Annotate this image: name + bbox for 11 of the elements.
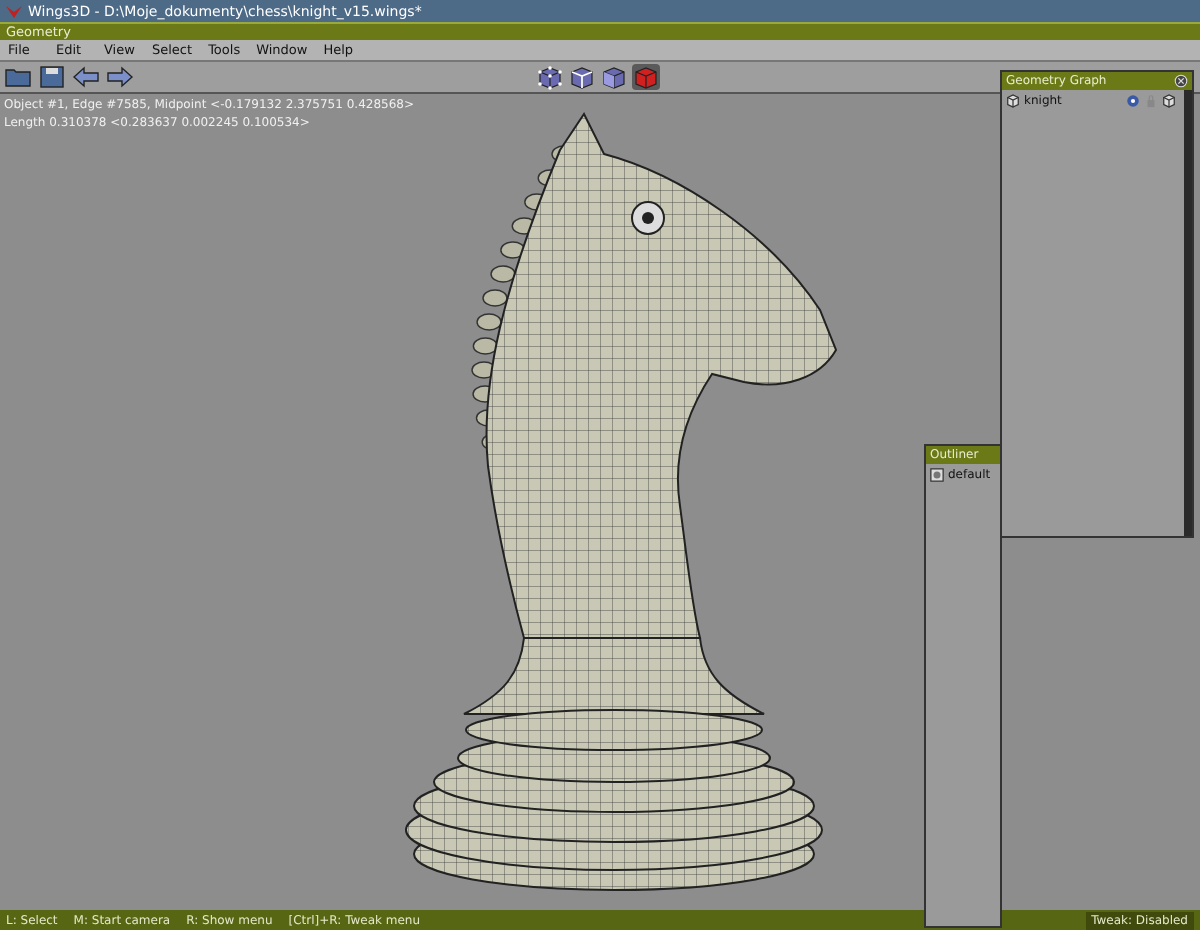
cube-icon xyxy=(1162,94,1176,108)
material-icon xyxy=(930,468,944,482)
arrow-left-icon[interactable] xyxy=(72,64,100,90)
cube-icon[interactable] xyxy=(536,64,564,90)
save-icon[interactable] xyxy=(38,64,66,90)
close-icon[interactable] xyxy=(1174,74,1188,88)
cube-icon[interactable] xyxy=(600,64,628,90)
eye-icon[interactable] xyxy=(1126,94,1140,108)
cube-icon xyxy=(1006,94,1020,108)
arrow-right-icon[interactable] xyxy=(106,64,134,90)
cube-icon[interactable] xyxy=(568,64,596,90)
